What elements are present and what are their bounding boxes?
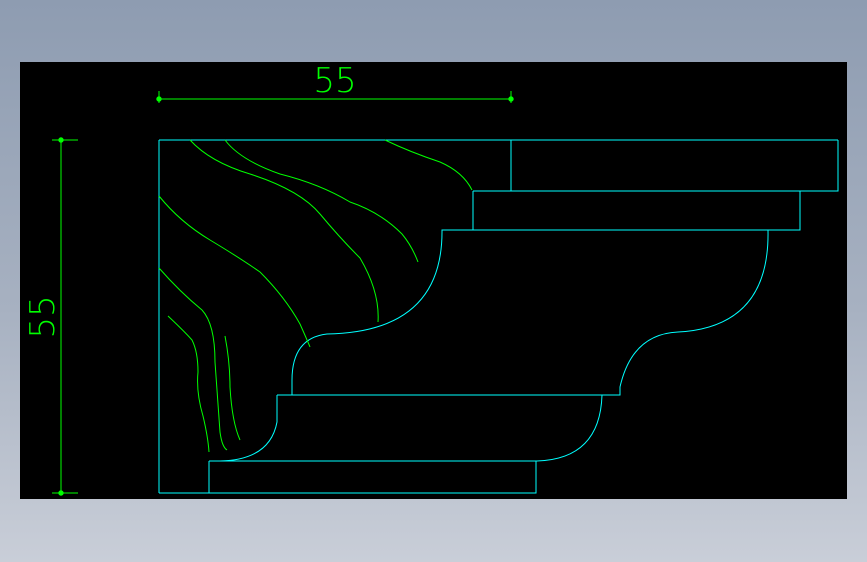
hatch-curve-3 bbox=[384, 139, 473, 191]
h-dim-endpoint-left bbox=[156, 96, 162, 102]
v-dim-endpoint-top bbox=[58, 137, 64, 143]
right-ogee-curve bbox=[602, 229, 769, 396]
hatch-curve-4 bbox=[158, 195, 311, 348]
v-dim-endpoint-bottom bbox=[58, 490, 64, 496]
hatch-curve-7 bbox=[224, 335, 241, 441]
top-fillet-block bbox=[510, 140, 839, 192]
vertical-dimension-label: 55 bbox=[23, 295, 63, 338]
hatch-curve-2 bbox=[224, 139, 419, 263]
lower-left-cove bbox=[219, 395, 278, 462]
hatch-curve-5 bbox=[158, 267, 228, 451]
molding-profile-drawing: 55 55 bbox=[23, 62, 839, 496]
hatch-curve-1 bbox=[189, 139, 379, 323]
cad-drawing-canvas[interactable]: 55 55 bbox=[20, 62, 847, 499]
horizontal-dimension-label: 55 bbox=[313, 62, 356, 101]
molding-outline bbox=[158, 139, 839, 494]
hatch-curve-6 bbox=[167, 315, 210, 453]
h-dim-endpoint-right bbox=[508, 96, 514, 102]
acanthus-hatch bbox=[158, 139, 473, 453]
corona-step bbox=[473, 190, 801, 231]
lower-right-cove bbox=[536, 394, 603, 462]
upper-cove-curve bbox=[291, 191, 474, 395]
base-plinth bbox=[208, 461, 537, 494]
